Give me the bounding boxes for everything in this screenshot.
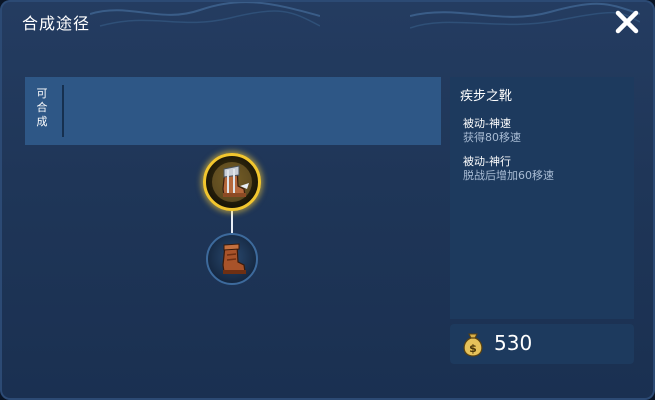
passive-description: 获得80移速 xyxy=(463,131,521,144)
gold-bag-icon: $ xyxy=(463,333,483,357)
item-name: 疾步之靴 xyxy=(460,89,513,104)
svg-text:$: $ xyxy=(469,342,477,355)
recipe-label-char: 合 xyxy=(36,101,48,114)
close-button[interactable] xyxy=(613,8,641,36)
item-price: 530 xyxy=(494,331,533,355)
recipe-label: 可 合 成 xyxy=(35,87,49,129)
close-icon xyxy=(615,10,639,34)
item-detail-panel: 疾步之靴 被动-神速 获得80移速 被动-神行 脱战后增加60移速 xyxy=(450,77,634,319)
decorative-swirl-left xyxy=(90,1,320,27)
passive-entry: 被动-神速 获得80移速 xyxy=(463,117,521,145)
price-panel: $ 530 xyxy=(450,324,634,364)
passive-entry: 被动-神行 脱战后增加60移速 xyxy=(463,155,554,183)
recipe-divider xyxy=(62,85,64,137)
recipe-label-char: 成 xyxy=(36,115,48,128)
speed-boots-icon xyxy=(212,162,252,202)
passive-name: 被动-神速 xyxy=(463,117,511,130)
recipe-label-char: 可 xyxy=(36,87,48,100)
passive-name: 被动-神行 xyxy=(463,155,511,168)
passive-description: 脱战后增加60移速 xyxy=(463,169,554,182)
component-item-node[interactable] xyxy=(206,233,258,285)
leather-boots-icon xyxy=(222,243,246,274)
recipe-strip: 可 合 成 xyxy=(25,77,441,145)
synthesis-dialog: 合成途径 可 合 成 疾步之靴 被动-神速 获得80移速 被动-神行 脱战后增加… xyxy=(0,0,655,400)
decorative-swirl-right xyxy=(410,2,640,29)
selected-item-node[interactable] xyxy=(203,153,261,211)
dialog-title: 合成途径 xyxy=(22,14,91,33)
